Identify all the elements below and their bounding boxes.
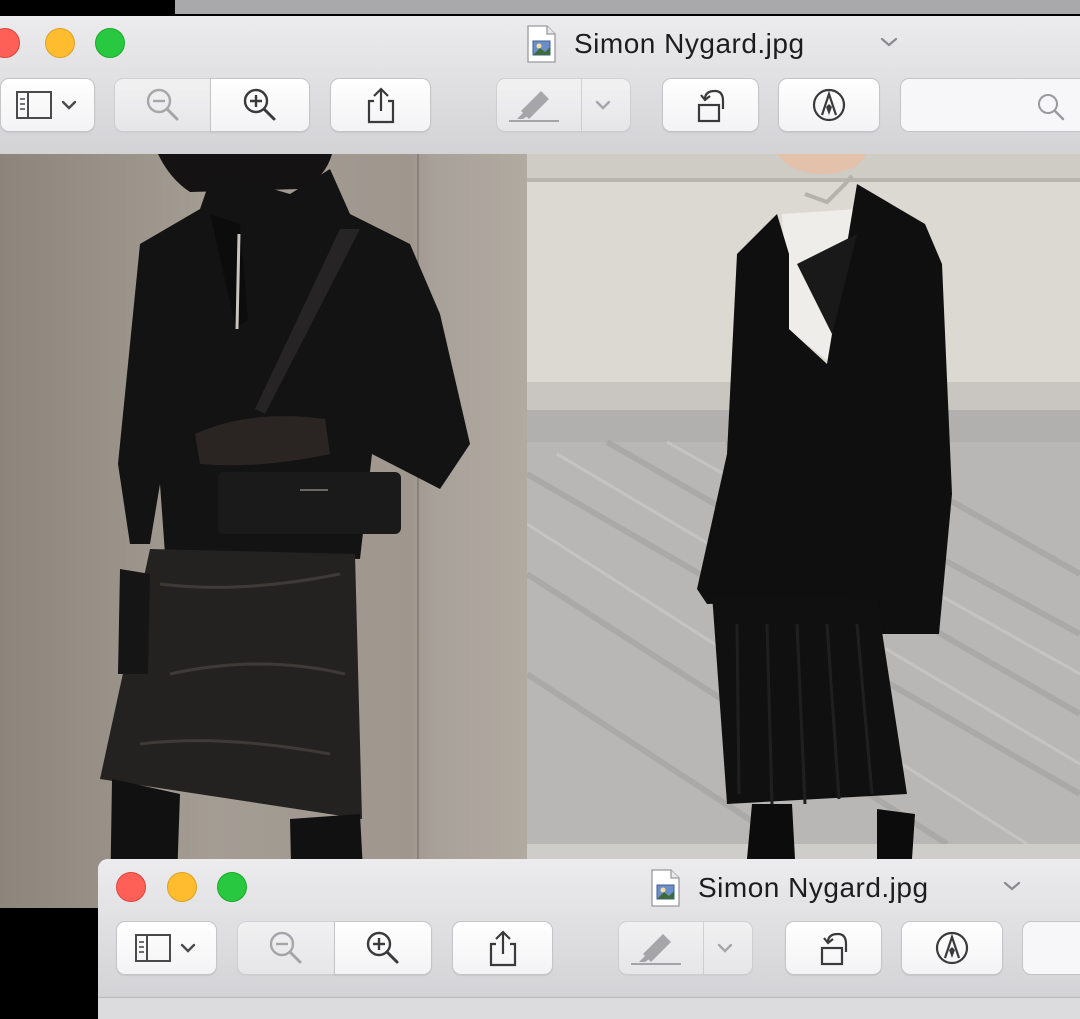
rotate-button[interactable]: [662, 78, 759, 132]
desktop-background: [0, 908, 98, 1004]
window-title[interactable]: Simon Nygard.jpg: [526, 24, 805, 64]
highlighter-icon: [508, 91, 610, 122]
rotate-button-secondary[interactable]: [785, 921, 882, 975]
close-button[interactable]: [0, 28, 20, 58]
close-button-secondary[interactable]: [116, 872, 146, 902]
markup-button-secondary[interactable]: [901, 921, 1003, 975]
photo-right-model: [527, 154, 1080, 859]
zoom-out-button-secondary[interactable]: [237, 921, 335, 975]
window-titlebar-secondary: Simon Nygard.jpg: [98, 859, 1080, 998]
zoom-in-icon: [366, 931, 399, 964]
window-title-text: Simon Nygard.jpg: [574, 28, 805, 59]
minimize-button-secondary[interactable]: [167, 872, 197, 902]
title-chevron-down-icon[interactable]: [1000, 874, 1024, 898]
background-window-edge: [175, 0, 1080, 14]
photo-left-model: [0, 154, 527, 908]
zoom-out-button[interactable]: [114, 78, 211, 132]
share-icon: [367, 87, 394, 124]
sidebar-icon: [15, 91, 76, 119]
share-button-secondary[interactable]: [452, 921, 553, 975]
zoom-in-button-secondary[interactable]: [334, 921, 432, 975]
preview-window-secondary: Simon Nygard.jpg: [98, 859, 1080, 1019]
markup-button[interactable]: [778, 78, 880, 132]
rotate-left-icon: [697, 89, 724, 123]
zoom-out-icon: [146, 88, 178, 121]
minimize-button[interactable]: [45, 28, 75, 58]
sidebar-icon: [134, 934, 195, 962]
search-input-secondary[interactable]: [1022, 921, 1080, 975]
document-preview-icon: [526, 25, 556, 63]
markup-icon: [935, 931, 969, 965]
split-divider: [581, 79, 582, 131]
title-chevron-down-icon[interactable]: [877, 30, 901, 54]
window-titlebar: Simon Nygard.jpg: [0, 16, 1080, 155]
zoom-in-button[interactable]: [210, 78, 310, 132]
highlighter-icon: [630, 934, 732, 965]
sidebar-toggle-button[interactable]: [0, 78, 95, 132]
document-preview-icon: [650, 869, 680, 907]
rotate-left-icon: [820, 932, 847, 966]
split-divider: [703, 922, 704, 974]
zoom-out-icon: [269, 931, 302, 964]
markup-icon: [812, 88, 846, 122]
window-title-secondary[interactable]: Simon Nygard.jpg: [650, 868, 929, 908]
sidebar-toggle-button-secondary[interactable]: [116, 921, 217, 975]
zoom-in-icon: [243, 88, 276, 121]
share-icon: [489, 930, 516, 967]
share-button[interactable]: [330, 78, 431, 132]
search-icon: [1038, 94, 1065, 121]
zoom-button-secondary[interactable]: [217, 872, 247, 902]
search-input[interactable]: [900, 78, 1080, 132]
markup-pen-button-secondary[interactable]: [618, 921, 753, 975]
window-title-text-secondary: Simon Nygard.jpg: [698, 872, 929, 903]
markup-pen-button[interactable]: [496, 78, 631, 132]
zoom-button[interactable]: [95, 28, 125, 58]
